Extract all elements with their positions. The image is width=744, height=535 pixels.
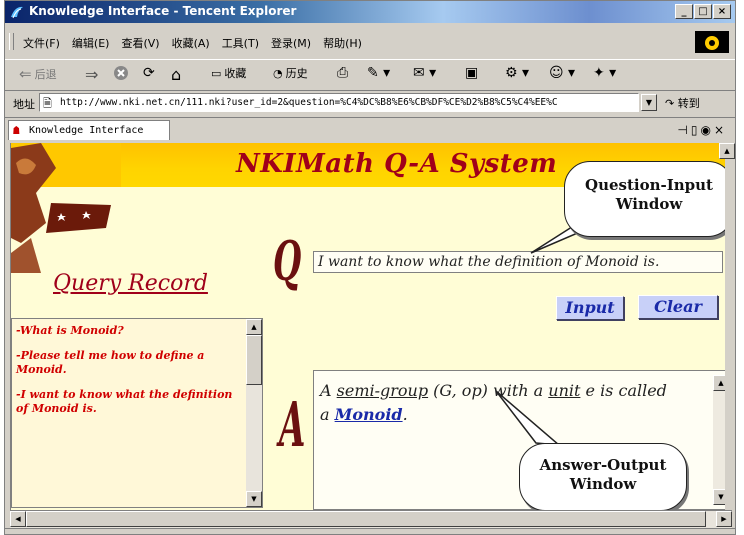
scroll-up-arrow-icon[interactable]: ▲ — [246, 319, 262, 335]
scroll-thumb[interactable] — [246, 335, 262, 385]
tab-label: Knowledge Interface — [29, 125, 144, 136]
history-button[interactable]: ◔ 历史 — [273, 65, 308, 81]
banner-title: NKIMath Q-A System — [236, 149, 558, 179]
close-button[interactable]: × — [713, 4, 731, 19]
home-icon[interactable]: ⌂ — [171, 65, 181, 84]
page-scroll-up-icon[interactable]: ▲ — [719, 143, 735, 159]
forward-icon[interactable]: ⇒ — [85, 65, 98, 84]
menu-login[interactable]: 登录(M) — [271, 35, 311, 51]
address-input[interactable]: 🗎 http://www.nki.net.cn/111.nki?user_id=… — [39, 93, 639, 112]
answer-fragment: a — [320, 405, 335, 424]
print-icon[interactable]: ⎙ — [337, 65, 348, 81]
eye-icon[interactable]: ◉ — [700, 123, 713, 137]
answer-output-callout: Answer-Output Window — [519, 443, 687, 510]
menu-file[interactable]: 文件(F) — [23, 35, 60, 51]
tab-page-icon: ☗ — [13, 124, 20, 137]
scroll-left-arrow-icon[interactable]: ◀ — [10, 511, 26, 527]
history-icon: ◔ — [273, 66, 283, 80]
query-record-title: Query Record — [53, 271, 208, 296]
unit-link[interactable]: unit — [548, 381, 580, 400]
query-list: -What is Monoid? -Please tell me how to … — [16, 324, 248, 427]
a-letter-logo: A — [279, 388, 306, 461]
refresh-icon[interactable]: ⟳ — [143, 65, 155, 81]
favorites-button[interactable]: ▭ 收藏 — [211, 65, 246, 81]
answer-fragment: e is called — [580, 381, 667, 400]
query-item[interactable]: -What is Monoid? — [16, 324, 248, 338]
answer-fragment: A — [320, 381, 337, 400]
query-item[interactable]: -I want to know what the definition of M… — [16, 388, 248, 416]
menu-grip — [9, 33, 14, 50]
address-url: http://www.nki.net.cn/111.nki?user_id=2&… — [60, 97, 558, 108]
new-tab-icon[interactable]: ▯ — [691, 123, 701, 137]
question-input-callout: Question-Input Window — [564, 161, 733, 237]
clear-button[interactable]: Clear — [638, 295, 718, 319]
q-letter-logo: Q — [273, 229, 302, 293]
penguin-logo-icon — [705, 36, 719, 50]
query-scrollbar[interactable]: ▲ ▼ — [246, 319, 262, 507]
query-record-panel[interactable]: -What is Monoid? -Please tell me how to … — [11, 318, 263, 508]
window-icon[interactable]: ▣ — [465, 65, 478, 81]
answer-text: A semi-group (G, op) with a unit e is ca… — [320, 379, 690, 427]
back-arrow-icon: ⇐ — [19, 65, 32, 83]
stop-icon[interactable] — [113, 65, 129, 81]
answer-fragment: (G, op) with a — [428, 381, 549, 400]
minimize-button[interactable]: _ — [675, 4, 693, 19]
monoid-link[interactable]: Monoid — [335, 405, 403, 424]
maximize-button[interactable]: □ — [694, 4, 712, 19]
tools-icon[interactable]: ⚙ ▾ — [505, 65, 529, 81]
address-bar: 地址 🗎 http://www.nki.net.cn/111.nki?user_… — [5, 91, 735, 115]
menu-bar: 文件(F) 编辑(E) 查看(V) 收藏(A) 工具(T) 登录(M) 帮助(H… — [5, 31, 735, 53]
menu-edit[interactable]: 编辑(E) — [72, 35, 110, 51]
go-label: 转到 — [677, 97, 700, 110]
browser-window: Knowledge Interface - Tencent Explorer _… — [4, 0, 736, 535]
close-tab-icon[interactable]: × — [714, 123, 727, 137]
window-title: Knowledge Interface - Tencent Explorer — [29, 4, 297, 18]
status-bar — [5, 528, 735, 534]
title-bar: Knowledge Interface - Tencent Explorer _… — [5, 1, 735, 23]
page-vertical-scrollbar[interactable]: ▲ — [719, 143, 735, 510]
answer-fragment: . — [402, 405, 408, 424]
back-label: 后退 — [34, 68, 57, 81]
decoration-image — [11, 143, 121, 273]
semi-group-link[interactable]: semi-group — [337, 381, 428, 400]
tab-knowledge-interface[interactable]: ☗ Knowledge Interface — [8, 120, 170, 140]
browser-logo-icon — [11, 6, 23, 19]
menu-view[interactable]: 查看(V) — [121, 35, 159, 51]
edit-icon[interactable]: ✎ ▾ — [367, 65, 390, 81]
pin-icon[interactable]: ⊣ — [677, 123, 690, 137]
tab-controls: ⊣▯◉× — [677, 123, 727, 137]
horizontal-scrollbar[interactable]: ◀ ▶ — [10, 510, 732, 528]
favorites-icon: ▭ — [211, 66, 222, 80]
menu-help[interactable]: 帮助(H) — [323, 35, 362, 51]
page-icon: 🗎 — [43, 97, 52, 110]
brand-logo — [695, 31, 729, 53]
discuss-icon[interactable]: ✉ ▾ — [413, 65, 436, 81]
scroll-down-arrow-icon[interactable]: ▼ — [246, 491, 262, 507]
input-button[interactable]: Input — [556, 296, 624, 320]
messenger-icon[interactable]: ✦ ▾ — [593, 65, 616, 81]
favorites-label: 收藏 — [224, 67, 247, 80]
go-arrow-icon: ↷ — [665, 97, 675, 110]
history-label: 历史 — [285, 67, 308, 80]
scroll-right-arrow-icon[interactable]: ▶ — [716, 511, 732, 527]
page-content: NKIMath Q-A System Query Record -What is… — [10, 143, 733, 510]
toolbar: ⇐ 后退 ⇒ ⟳ ⌂ ▭ 收藏 ◔ 历史 ⎙ ✎ ▾ ✉ ▾ ▣ ⚙ ▾ ☺ ▾… — [5, 59, 735, 91]
back-button[interactable]: ⇐ 后退 — [19, 65, 57, 83]
question-input[interactable]: I want to know what the definition of Mo… — [313, 251, 723, 273]
menu-tools[interactable]: 工具(T) — [222, 35, 259, 51]
address-dropdown-button[interactable]: ▼ — [641, 94, 657, 111]
address-label: 地址 — [13, 98, 35, 111]
go-button[interactable]: ↷ 转到 — [665, 95, 700, 111]
menu-favorites[interactable]: 收藏(A) — [172, 35, 210, 51]
tab-bar: ☗ Knowledge Interface ⊣▯◉× — [5, 117, 735, 142]
query-item[interactable]: -Please tell me how to define a Monoid. — [16, 349, 248, 377]
horizontal-scroll-thumb[interactable] — [26, 511, 706, 527]
user-icon[interactable]: ☺ ▾ — [549, 65, 575, 81]
